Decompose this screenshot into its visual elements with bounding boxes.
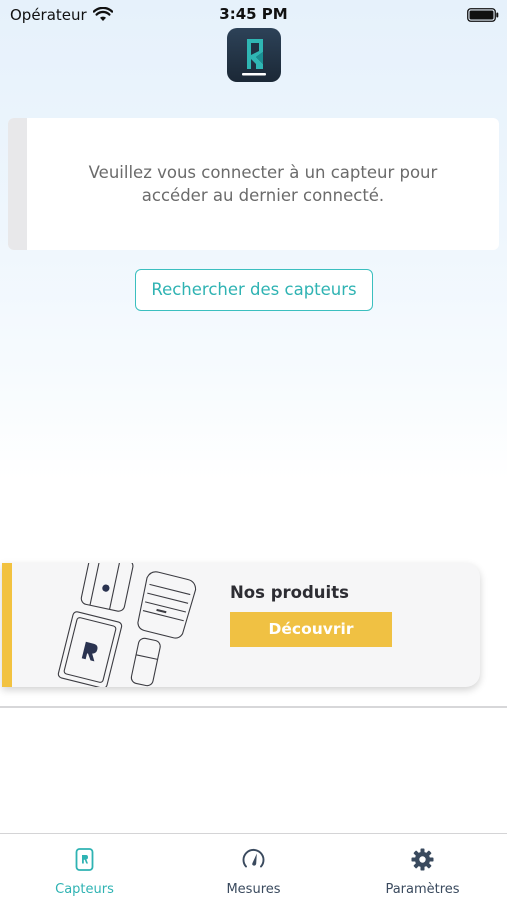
products-card[interactable]: Nos produits Découvrir — [2, 563, 480, 687]
battery-icon — [467, 8, 499, 22]
connect-sensor-message: Veuillez vous connecter à un capteur pou… — [27, 161, 499, 207]
tab-mesures[interactable]: Mesures — [169, 834, 338, 900]
card-side-bar — [8, 118, 27, 250]
section-divider — [0, 706, 507, 708]
products-title: Nos produits — [230, 583, 349, 602]
tab-label-mesures: Mesures — [226, 882, 281, 897]
tab-label-parametres: Paramètres — [385, 882, 460, 897]
discover-button[interactable]: Découvrir — [230, 612, 392, 647]
message-line-2: accéder au dernier connecté. — [141, 186, 385, 205]
products-card-accent-bar — [2, 563, 12, 687]
status-time: 3:45 PM — [219, 5, 288, 23]
gear-icon — [411, 848, 434, 871]
message-line-1: Veuillez vous connecter à un capteur pou… — [88, 163, 438, 182]
tab-label-capteurs: Capteurs — [55, 882, 114, 897]
tab-bar: Capteurs Mesures Paramètres — [0, 833, 507, 900]
search-sensors-button[interactable]: Rechercher des capteurs — [135, 269, 373, 311]
tab-parametres[interactable]: Paramètres — [338, 834, 507, 900]
gauge-icon — [242, 848, 265, 868]
sensor-products-illustration — [57, 563, 197, 687]
sensor-icon — [75, 848, 94, 871]
tab-capteurs[interactable]: Capteurs — [0, 834, 169, 900]
connect-sensor-card: Veuillez vous connecter à un capteur pou… — [8, 118, 499, 250]
app-logo-icon — [227, 28, 281, 82]
status-bar: Opérateur 3:45 PM — [0, 0, 507, 30]
